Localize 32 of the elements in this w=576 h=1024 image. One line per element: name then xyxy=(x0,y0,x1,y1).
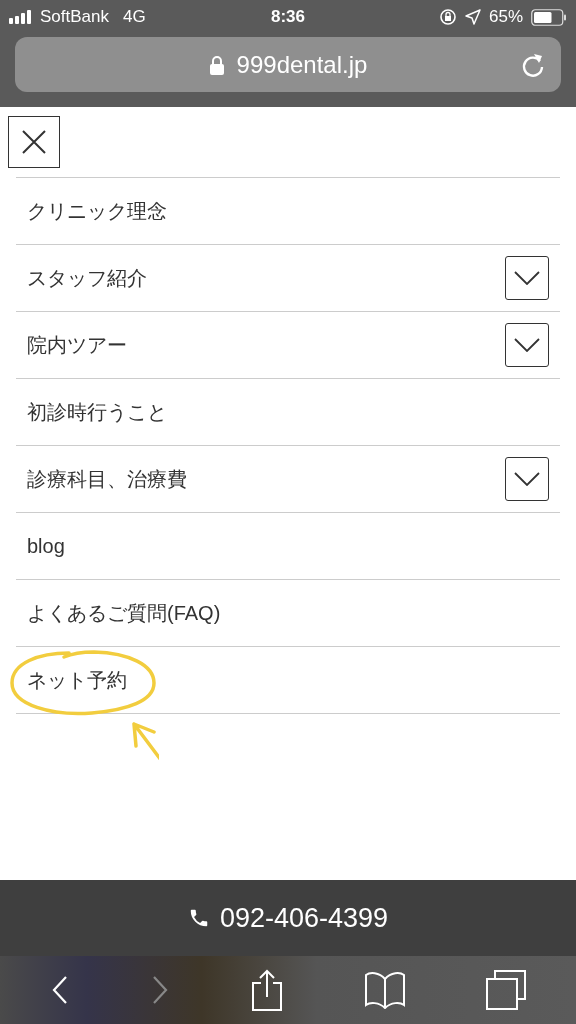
carrier-name: SoftBank xyxy=(40,6,109,29)
close-button[interactable] xyxy=(8,116,60,168)
share-icon[interactable] xyxy=(250,969,284,1011)
url-text: 999dental.jp xyxy=(236,49,368,80)
expand-button[interactable] xyxy=(505,457,549,501)
chevron-down-icon xyxy=(514,271,540,285)
back-icon[interactable] xyxy=(50,975,70,1005)
chevron-down-icon xyxy=(514,472,540,486)
battery-percentage: 65% xyxy=(488,6,523,29)
menu-link[interactable]: 診療科目、治療費 xyxy=(27,464,187,494)
forward-icon[interactable] xyxy=(150,975,170,1005)
menu-link[interactable]: blog xyxy=(27,531,65,561)
menu-link[interactable]: 院内ツアー xyxy=(27,330,127,360)
reload-icon[interactable] xyxy=(521,51,545,78)
menu-link[interactable]: 初診時行うこと xyxy=(27,397,167,427)
chevron-down-icon xyxy=(514,338,540,352)
menu-link[interactable]: クリニック理念 xyxy=(27,196,167,226)
tabs-icon[interactable] xyxy=(486,970,526,1010)
expand-button[interactable] xyxy=(505,323,549,367)
menu-link[interactable]: スタッフ紹介 xyxy=(27,263,147,293)
phone-bar[interactable]: 092-406-4399 xyxy=(0,880,576,956)
menu-link[interactable]: よくあるご質問(FAQ) xyxy=(27,598,221,628)
phone-number: 092-406-4399 xyxy=(219,901,389,935)
network-type: 4G xyxy=(123,6,146,29)
rotation-lock-icon xyxy=(438,8,457,26)
menu-link[interactable]: ネット予約 xyxy=(27,665,127,695)
battery-icon xyxy=(531,8,567,26)
location-arrow-icon xyxy=(464,9,481,25)
expand-button[interactable] xyxy=(505,256,549,300)
bookmarks-icon[interactable] xyxy=(364,971,406,1009)
clock-time: 8:36 xyxy=(271,6,305,29)
close-icon xyxy=(21,129,47,155)
